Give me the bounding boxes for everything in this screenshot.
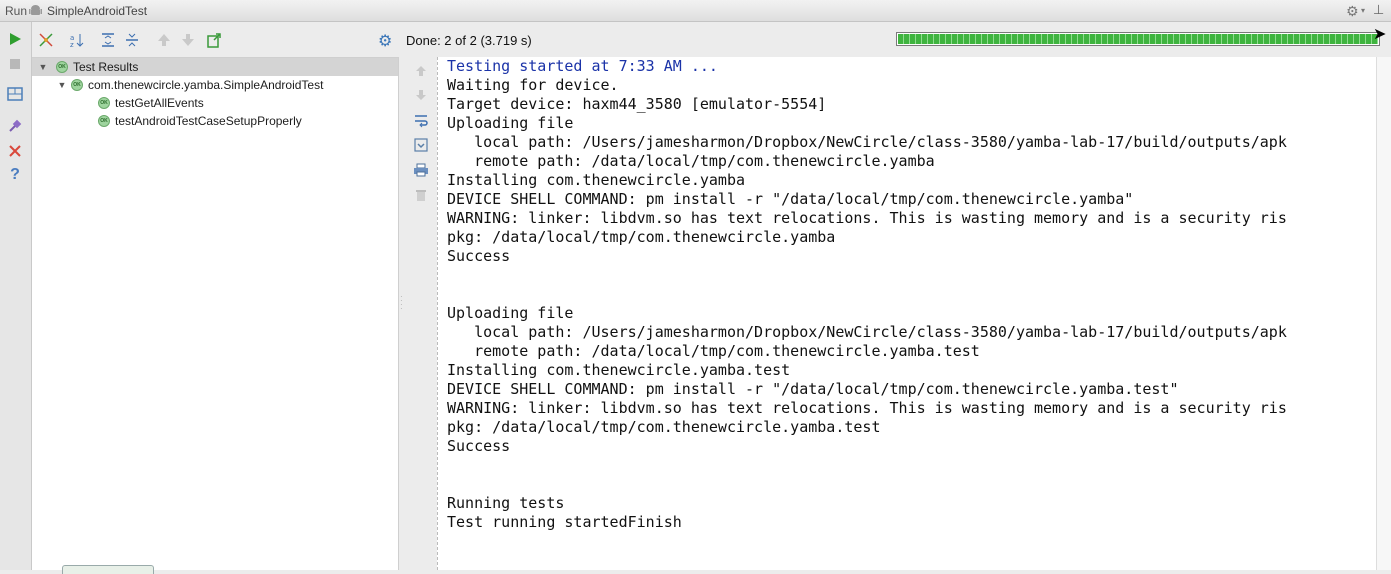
tree-node-label: Test Results xyxy=(73,60,139,74)
console-line: Testing started at 7:33 AM ... xyxy=(447,57,718,75)
console-line: DEVICE SHELL COMMAND: pm install -r "/da… xyxy=(447,190,1134,208)
console-line: Installing com.thenewcircle.yamba xyxy=(447,171,746,189)
run-actions-toolbar: ? xyxy=(0,22,32,570)
test-status-bar: ⚙ Done: 2 of 2 (3.719 s) xyxy=(378,22,1391,57)
console-line: Success xyxy=(447,247,511,265)
console-line: Installing com.thenewcircle.yamba.test xyxy=(447,361,791,379)
run-label: Run xyxy=(5,4,28,18)
console-output[interactable]: Testing started at 7:33 AM ... Waiting fo… xyxy=(437,57,1391,570)
expand-all-icon[interactable] xyxy=(99,31,117,49)
console-line: Waiting for device. xyxy=(447,76,619,94)
settings-gear-icon[interactable]: ⚙ xyxy=(1346,3,1359,20)
console-line: WARNING: linker: libdvm.so has text relo… xyxy=(447,209,1287,227)
tree-node-root[interactable]: ▼ OK Test Results xyxy=(32,58,398,76)
console-line: pkg: /data/local/tmp/com.thenewcircle.ya… xyxy=(447,418,881,436)
console-line: Uploading file xyxy=(447,114,574,132)
layout-icon[interactable] xyxy=(6,85,24,103)
stop-icon[interactable] xyxy=(6,55,24,73)
run-tool-window-header: Run SimpleAndroidTest ⚙ ▾ ⊥ xyxy=(0,0,1391,22)
chevron-down-icon[interactable]: ▼ xyxy=(57,80,67,90)
console-line: remote path: /data/local/tmp/com.thenewc… xyxy=(447,342,980,360)
up-icon[interactable] xyxy=(412,62,430,80)
run-configuration-name[interactable]: SimpleAndroidTest xyxy=(47,4,147,18)
console-line: Target device: haxm44_3580 [emulator-555… xyxy=(447,95,827,113)
console-line: remote path: /data/local/tmp/com.thenewc… xyxy=(447,152,935,170)
console-scrollbar[interactable] xyxy=(1376,57,1391,570)
trash-icon[interactable] xyxy=(412,186,430,204)
chevron-down-icon[interactable]: ▾ xyxy=(1361,6,1365,15)
android-icon xyxy=(29,5,42,15)
tree-node-test[interactable]: OK testGetAllEvents xyxy=(98,94,204,112)
mouse-cursor-icon: ➤ xyxy=(1373,26,1387,43)
test-ok-icon: OK xyxy=(71,79,83,91)
collapse-all-icon[interactable] xyxy=(123,31,141,49)
console-toolbar xyxy=(406,57,436,570)
console-line: pkg: /data/local/tmp/com.thenewcircle.ya… xyxy=(447,228,836,246)
console-line: local path: /Users/jamesharmon/Dropbox/N… xyxy=(447,133,1287,151)
next-icon[interactable] xyxy=(179,31,197,49)
hide-passed-icon[interactable] xyxy=(37,31,55,49)
print-icon[interactable] xyxy=(412,161,430,179)
chevron-down-icon[interactable]: ▼ xyxy=(38,62,48,72)
test-progress-fill xyxy=(898,34,1378,44)
settings-gear-icon[interactable]: ⚙ xyxy=(378,31,392,51)
down-icon[interactable] xyxy=(412,86,430,104)
console-line: Test running startedFinish xyxy=(447,513,682,531)
tree-node-label: com.thenewcircle.yamba.SimpleAndroidTest xyxy=(88,78,324,92)
previous-icon[interactable] xyxy=(155,31,173,49)
console-line: local path: /Users/jamesharmon/Dropbox/N… xyxy=(447,323,1287,341)
splitter-grip[interactable]: · · · · xyxy=(400,293,403,313)
test-ok-icon: OK xyxy=(98,97,110,109)
console-line: Uploading file xyxy=(447,304,574,322)
console-line: DEVICE SHELL COMMAND: pm install -r "/da… xyxy=(447,380,1179,398)
console-line: Running tests xyxy=(447,494,565,512)
tree-node-suite[interactable]: ▼ OK com.thenewcircle.yamba.SimpleAndroi… xyxy=(57,76,324,94)
test-ok-icon: OK xyxy=(98,115,110,127)
pin-icon[interactable] xyxy=(6,117,24,135)
svg-text:z: z xyxy=(70,41,74,48)
run-icon[interactable] xyxy=(6,30,24,48)
test-status-text: Done: 2 of 2 (3.719 s) xyxy=(406,33,532,48)
soft-wrap-icon[interactable] xyxy=(412,111,430,129)
tree-node-label: testAndroidTestCaseSetupProperly xyxy=(115,114,302,128)
export-icon[interactable] xyxy=(205,31,223,49)
test-ok-icon: OK xyxy=(56,61,68,73)
sort-alpha-icon[interactable]: az xyxy=(68,31,86,49)
tree-node-test[interactable]: OK testAndroidTestCaseSetupProperly xyxy=(98,112,302,130)
tree-node-label: testGetAllEvents xyxy=(115,96,204,110)
help-icon[interactable]: ? xyxy=(6,166,24,184)
test-results-tree: ▼ OK Test Results ▼ OK com.thenewcircle.… xyxy=(32,57,398,574)
close-icon[interactable] xyxy=(6,142,24,160)
scroll-to-end-icon[interactable] xyxy=(412,136,430,154)
test-tree-toolbar: az xyxy=(32,22,398,57)
test-progress-bar xyxy=(896,32,1380,46)
hide-panel-icon[interactable]: ⊥ xyxy=(1373,2,1384,18)
console-line: Success xyxy=(447,437,511,455)
panel-splitter[interactable]: · · · · xyxy=(398,57,406,570)
console-line: WARNING: linker: libdvm.so has text relo… xyxy=(447,399,1287,417)
